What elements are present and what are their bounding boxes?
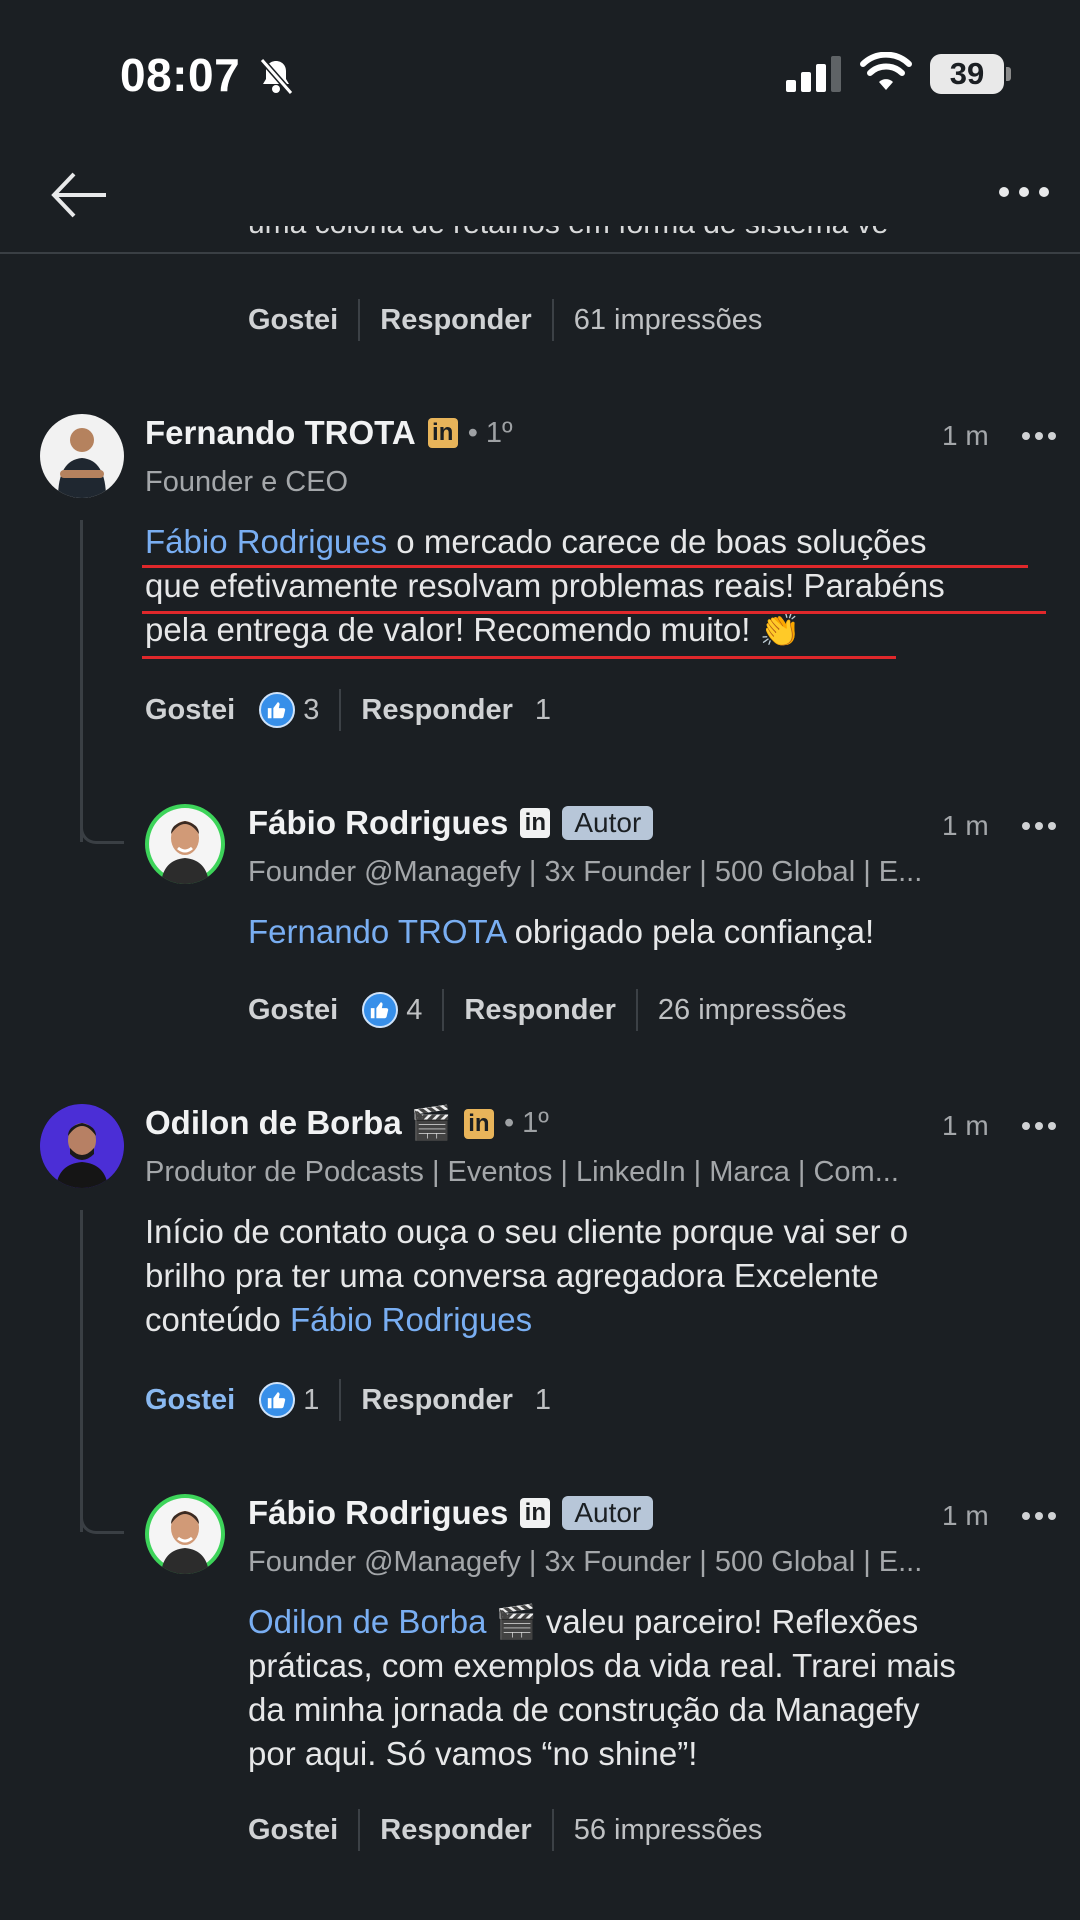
like-button[interactable]: Gostei	[248, 304, 338, 337]
reply-button[interactable]: Responder	[361, 694, 512, 727]
highlight-underline	[142, 611, 1046, 614]
comment-author[interactable]: Fábio Rodrigues in Autor	[248, 1494, 654, 1532]
thread-line	[80, 1210, 83, 1532]
author-badge: Autor	[562, 1496, 654, 1530]
replies-count[interactable]: 1	[535, 694, 551, 727]
comment-author[interactable]: Fábio Rodrigues in Autor	[248, 804, 654, 842]
linkedin-icon: in	[427, 418, 458, 448]
comment-headline: Founder e CEO	[145, 466, 349, 498]
linkedin-icon: in	[463, 1108, 494, 1139]
battery-icon: 39	[930, 54, 1011, 94]
nav-divider	[0, 252, 1080, 254]
comment-author[interactable]: Fernando TROTA in • 1º	[145, 414, 513, 452]
highlight-underline	[142, 656, 896, 659]
comment-time: 1 m	[942, 1110, 989, 1141]
more-icon[interactable]	[1020, 430, 1058, 442]
comment-time: 1 m	[942, 420, 989, 451]
avatar[interactable]	[145, 1494, 225, 1574]
more-icon[interactable]	[1020, 1510, 1058, 1522]
comment-body: Início de contato ouça o seu cliente por…	[145, 1213, 909, 1338]
comment-actions: Gostei 4 Responder 26 impressões	[248, 988, 846, 1032]
reply-button[interactable]: Responder	[361, 1384, 512, 1417]
mention-link[interactable]: Fábio Rodrigues	[145, 523, 387, 560]
more-icon[interactable]	[1020, 820, 1058, 832]
highlight-underline	[142, 565, 1028, 568]
battery-level: 39	[930, 54, 1004, 94]
previous-comment-actions: Gostei Responder 61 impressões	[248, 298, 762, 342]
impressions-count: 61 impressões	[573, 303, 763, 336]
reply-button[interactable]: Responder	[380, 1814, 531, 1847]
like-button[interactable]: Gostei	[248, 1814, 338, 1847]
avatar[interactable]	[40, 414, 124, 498]
back-arrow-icon[interactable]	[50, 170, 110, 220]
comment-author[interactable]: Odilon de Borba 🎬 in • 1º	[145, 1104, 549, 1143]
comment-body: Fernando TROTA obrigado pela confiança!	[248, 913, 875, 950]
status-time: 08:07	[120, 49, 241, 101]
comment-time: 1 m	[942, 810, 989, 841]
mention-link[interactable]: Odilon de Borba 🎬	[248, 1603, 537, 1640]
comment-headline: Founder @Managefy | 3x Founder | 500 Glo…	[248, 856, 923, 888]
thread-connector	[80, 812, 124, 844]
like-button[interactable]: Gostei	[248, 994, 338, 1027]
bell-off-icon	[259, 58, 294, 95]
impressions-count: 56 impressões	[573, 1813, 763, 1846]
avatar[interactable]	[145, 804, 225, 884]
avatar[interactable]	[40, 1104, 124, 1188]
mention-link[interactable]: Fernando TROTA	[248, 913, 505, 950]
reply-button[interactable]: Responder	[380, 304, 531, 337]
comment-actions: Gostei 1 Responder 1	[145, 1378, 551, 1422]
reply-button[interactable]: Responder	[464, 994, 615, 1027]
thread-connector	[80, 1502, 124, 1534]
comment-actions: Gostei Responder 56 impressões	[248, 1808, 762, 1852]
more-icon[interactable]	[1020, 1120, 1058, 1132]
comment-body: Fábio Rodrigues o mercado carece de boas…	[145, 523, 945, 648]
replies-count[interactable]: 1	[535, 1384, 551, 1417]
impressions-count: 26 impressões	[657, 993, 847, 1026]
wifi-icon	[860, 52, 912, 90]
comment-actions: Gostei 3 Responder 1	[145, 688, 551, 732]
like-reaction-icon	[259, 692, 296, 728]
comment-headline: Produtor de Podcasts | Eventos | LinkedI…	[145, 1156, 899, 1188]
mention-link[interactable]: Fábio Rodrigues	[290, 1301, 532, 1338]
reaction-count[interactable]: 4	[406, 994, 422, 1027]
thread-line	[80, 520, 83, 842]
linkedin-icon: in	[520, 808, 551, 838]
comment-time: 1 m	[942, 1500, 989, 1531]
comment-body: Odilon de Borba 🎬 valeu parceiro! Reflex…	[248, 1603, 956, 1772]
signal-icon	[786, 56, 841, 92]
like-reaction-icon	[362, 992, 399, 1028]
author-badge: Autor	[562, 806, 654, 840]
more-icon[interactable]	[996, 182, 1052, 202]
linkedin-icon: in	[520, 1498, 551, 1528]
like-reaction-icon	[259, 1382, 296, 1418]
like-button[interactable]: Gostei	[145, 694, 235, 727]
previous-comment-text: uma colona de retalhos em forma de siste…	[248, 226, 888, 250]
reaction-count[interactable]: 3	[303, 694, 319, 727]
like-button[interactable]: Gostei	[145, 1384, 235, 1417]
reaction-count[interactable]: 1	[303, 1384, 319, 1417]
comment-headline: Founder @Managefy | 3x Founder | 500 Glo…	[248, 1546, 923, 1578]
